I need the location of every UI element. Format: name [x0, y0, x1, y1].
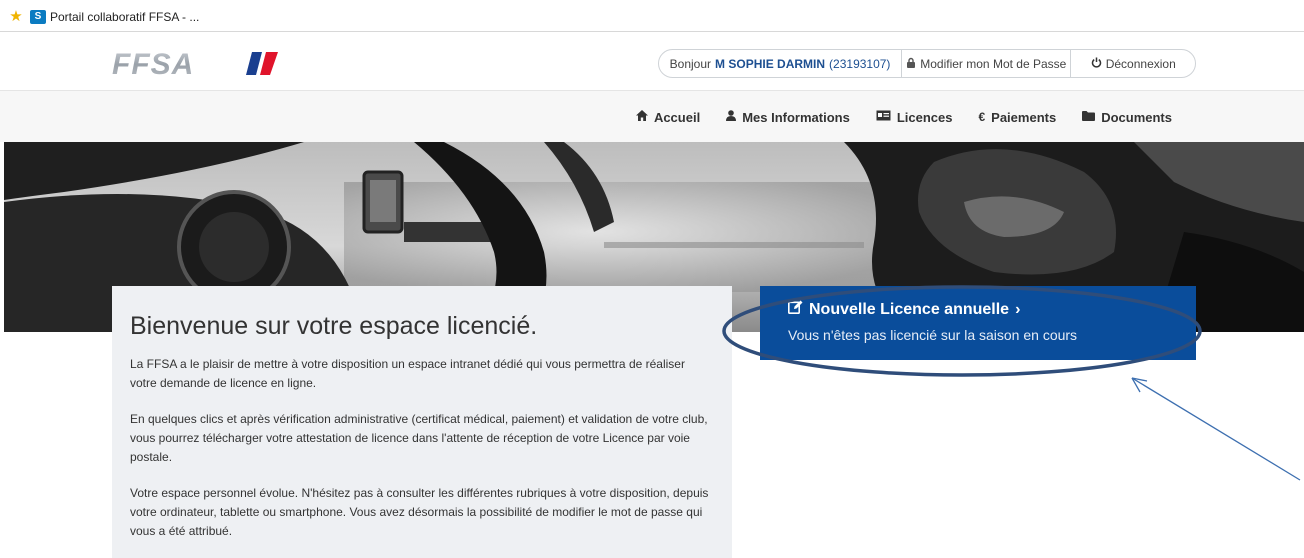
edit-icon [788, 300, 803, 319]
welcome-title: Bienvenue sur votre espace licencié. [130, 312, 538, 340]
greeting-text: Bonjour [669, 56, 712, 71]
cta-title-text: Nouvelle Licence annuelle [809, 300, 1010, 318]
nav-item-paiements[interactable]: € Paiements [978, 110, 1056, 125]
main-navbar: Accueil Mes Informations Licences € Paie… [0, 90, 1304, 142]
change-password-label: Modifier mon Mot de Passe [920, 56, 1067, 71]
cta-subtitle: Vous n'êtes pas licencié sur la saison e… [788, 327, 1078, 343]
browser-tab[interactable]: ★ S Portail collaboratif FFSA - ... [8, 9, 199, 25]
sharepoint-icon: S [30, 10, 46, 24]
user-bar: Bonjour M SOPHIE DARMIN (23193107) Modif… [658, 49, 1196, 78]
nav-item-mes-informations[interactable]: Mes Informations [726, 110, 850, 125]
nav-label: Accueil [653, 109, 701, 125]
welcome-paragraph: En quelques clics et après vérification … [130, 412, 708, 464]
user-id: (23193107) [829, 56, 891, 71]
ffsa-logo[interactable]: FFSA [110, 48, 290, 78]
nav-label: Mes Informations [742, 109, 850, 125]
user-greeting: Bonjour M SOPHIE DARMIN (23193107) [659, 50, 903, 77]
power-icon [1091, 57, 1102, 71]
home-icon [635, 110, 648, 124]
favorites-star-icon[interactable]: ★ [8, 9, 24, 25]
welcome-paragraph: La FFSA a le plaisir de mettre à votre d… [130, 357, 685, 390]
nav-item-accueil[interactable]: Accueil [635, 109, 701, 125]
nav-label: Documents [1101, 109, 1172, 125]
welcome-paragraph: Votre espace personnel évolue. N'hésitez… [130, 486, 709, 538]
welcome-panel: Bienvenue sur votre espace licencié. La … [112, 286, 732, 558]
logo-text: FFSA [112, 48, 194, 78]
logout-label: Déconnexion [1105, 56, 1176, 71]
lock-icon [906, 57, 916, 71]
change-password-link[interactable]: Modifier mon Mot de Passe [902, 50, 1072, 77]
arrow-annotation [1131, 377, 1301, 481]
user-name: M SOPHIE DARMIN [715, 56, 826, 71]
id-card-icon [876, 110, 891, 124]
browser-tab-bar: ★ S Portail collaboratif FFSA - ... [0, 0, 1304, 32]
nav-item-documents[interactable]: Documents [1082, 110, 1172, 125]
cta-title: Nouvelle Licence annuelle › [788, 300, 1196, 319]
logout-link[interactable]: Déconnexion [1071, 50, 1195, 77]
new-annual-licence-button[interactable]: Nouvelle Licence annuelle › Vous n'êtes … [760, 286, 1196, 360]
chevron-right-icon: › [1015, 300, 1021, 318]
user-icon [726, 110, 737, 124]
nav-item-licences[interactable]: Licences [876, 109, 953, 125]
nav-label: Licences [896, 109, 953, 125]
nav-label: Paiements [991, 109, 1057, 125]
main-nav: Accueil Mes Informations Licences € Paie… [635, 91, 1172, 143]
euro-icon: € [978, 110, 986, 124]
folder-icon [1082, 110, 1096, 124]
browser-tab-title: Portail collaboratif FFSA - ... [50, 10, 200, 24]
